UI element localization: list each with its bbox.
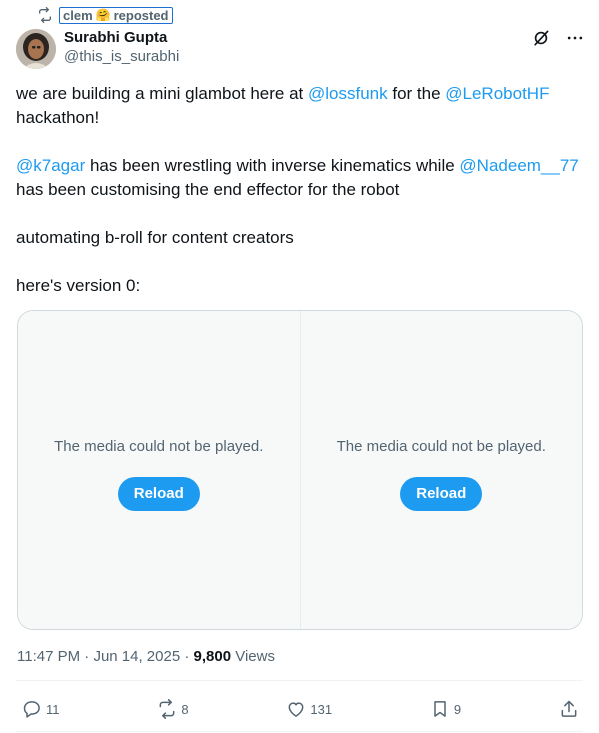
text-span: has been customising the end effector fo… (16, 180, 400, 199)
repost-label[interactable]: clem 🤗 reposted (59, 6, 173, 24)
text-span: for the (387, 84, 446, 103)
mention-lossfunk[interactable]: @lossfunk (308, 84, 388, 103)
like-button[interactable]: 131 (286, 699, 332, 719)
hug-emoji: 🤗 (95, 7, 111, 22)
tweet-text: we are building a mini glambot here at @… (16, 82, 586, 322)
meta-sep: · (80, 648, 94, 665)
repost-text: reposted (113, 7, 169, 23)
view-count: 9,800 (193, 648, 232, 665)
meta-sep: · (180, 648, 194, 665)
author-block: Surabhi Gupta @this_is_surabhi (64, 28, 179, 67)
repost-button[interactable]: 8 (157, 699, 189, 719)
media-error-message: The media could not be played. (54, 437, 264, 455)
tweet-paragraph-1: we are building a mini glambot here at @… (16, 82, 586, 130)
repost-count: 8 (181, 701, 189, 717)
views-label: Views (231, 648, 275, 665)
text-span: we are building a mini glambot here at (16, 84, 308, 103)
divider (16, 731, 583, 732)
tweet-paragraph-2: @k7agar has been wrestling with inverse … (16, 154, 586, 202)
text-span: hackathon! (16, 108, 100, 127)
media-grid: The media could not be played. Reload Th… (17, 310, 583, 630)
media-error-message: The media could not be played. (336, 437, 546, 455)
author-name[interactable]: Surabhi Gupta (64, 28, 179, 47)
reply-count: 11 (46, 701, 60, 717)
bookmark-button[interactable]: 9 (430, 699, 461, 719)
tweet-paragraph-3: automating b-roll for content creators (16, 228, 294, 247)
repost-header: clem 🤗 reposted (37, 6, 173, 24)
bookmark-icon (434, 701, 446, 717)
share-icon (561, 700, 577, 717)
reload-button[interactable]: Reload (117, 476, 200, 511)
mention-nadeem[interactable]: @Nadeem__77 (459, 156, 578, 175)
media-item: The media could not be played. Reload (299, 311, 582, 629)
tweet-paragraph-4: here's version 0: (16, 276, 141, 295)
tweet-meta: 11:47 PM · Jun 14, 2025 · 9,800 Views (17, 648, 275, 665)
tweet-date[interactable]: Jun 14, 2025 (93, 648, 180, 665)
reply-icon (23, 701, 40, 718)
share-button[interactable] (559, 699, 579, 719)
avatar[interactable] (16, 29, 56, 69)
author-handle[interactable]: @this_is_surabhi (64, 47, 179, 67)
top-actions (531, 28, 585, 48)
text-span: has been wrestling with inverse kinemati… (85, 156, 460, 175)
repost-icon (159, 699, 175, 719)
action-bar: 11 8 131 9 (22, 697, 579, 721)
heart-icon (288, 702, 304, 717)
more-icon[interactable] (565, 28, 585, 48)
repost-user[interactable]: clem (63, 8, 93, 23)
repost-icon (39, 7, 51, 23)
tweet-time[interactable]: 11:47 PM (17, 648, 80, 665)
reload-button[interactable]: Reload (400, 476, 483, 511)
mention-k7agar[interactable]: @k7agar (16, 156, 85, 175)
media-item: The media could not be played. Reload (18, 311, 300, 629)
reply-button[interactable]: 11 (22, 699, 60, 719)
grok-icon[interactable] (531, 28, 551, 48)
like-count: 131 (310, 701, 333, 717)
divider (16, 680, 583, 681)
bookmark-count: 9 (453, 701, 462, 717)
mention-lerobothf[interactable]: @LeRobotHF (445, 84, 549, 103)
